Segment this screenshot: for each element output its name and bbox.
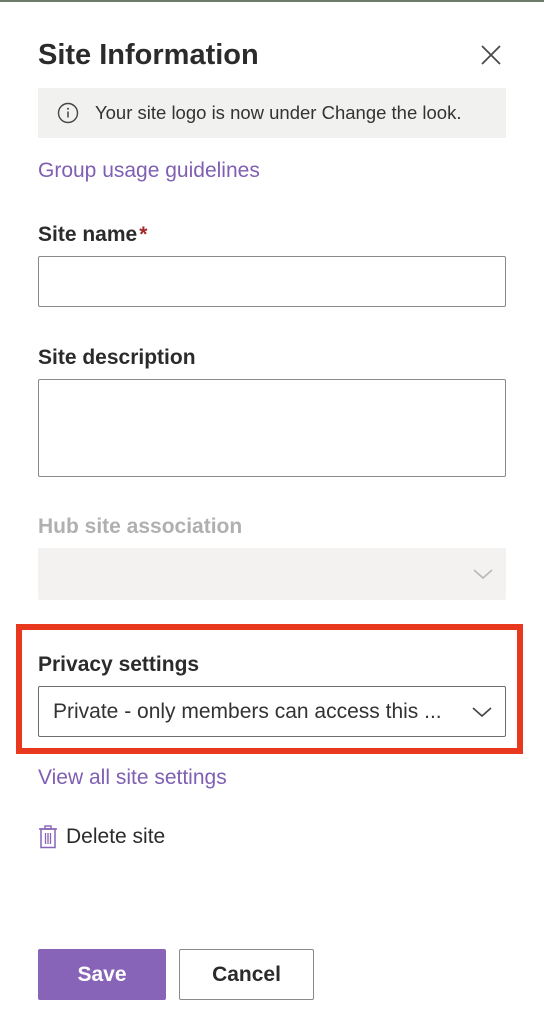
privacy-settings-label: Privacy settings	[38, 653, 200, 676]
info-icon	[57, 102, 79, 124]
hub-site-association-select	[38, 548, 506, 600]
top-divider	[0, 0, 544, 2]
privacy-selected-value: Private - only members can access this .…	[53, 700, 442, 723]
close-button[interactable]	[474, 38, 508, 72]
cancel-button[interactable]: Cancel	[179, 949, 314, 1000]
site-name-label-text: Site name	[38, 223, 138, 246]
chevron-down-icon	[472, 706, 492, 717]
trash-icon	[39, 825, 57, 849]
hub-site-association-label: Hub site association	[38, 515, 243, 538]
site-description-textarea[interactable]	[38, 379, 506, 477]
site-name-label: Site name*	[38, 221, 147, 249]
chevron-down-icon	[473, 569, 493, 580]
view-all-site-settings-link[interactable]: View all site settings	[38, 764, 227, 792]
site-name-input[interactable]	[38, 256, 506, 307]
required-marker: *	[139, 223, 148, 246]
info-message-bar: Your site logo is now under Change the l…	[38, 88, 506, 138]
close-icon	[481, 45, 501, 65]
panel-title: Site Information	[38, 39, 259, 71]
delete-site-label: Delete site	[66, 825, 166, 848]
save-button[interactable]: Save	[38, 949, 166, 1000]
site-description-label: Site description	[38, 346, 196, 369]
delete-site-button[interactable]: Delete site	[38, 822, 165, 852]
privacy-settings-dropdown[interactable]: Private - only members can access this .…	[38, 686, 506, 737]
info-message-text: Your site logo is now under Change the l…	[95, 102, 462, 123]
group-usage-guidelines-link[interactable]: Group usage guidelines	[38, 157, 260, 185]
